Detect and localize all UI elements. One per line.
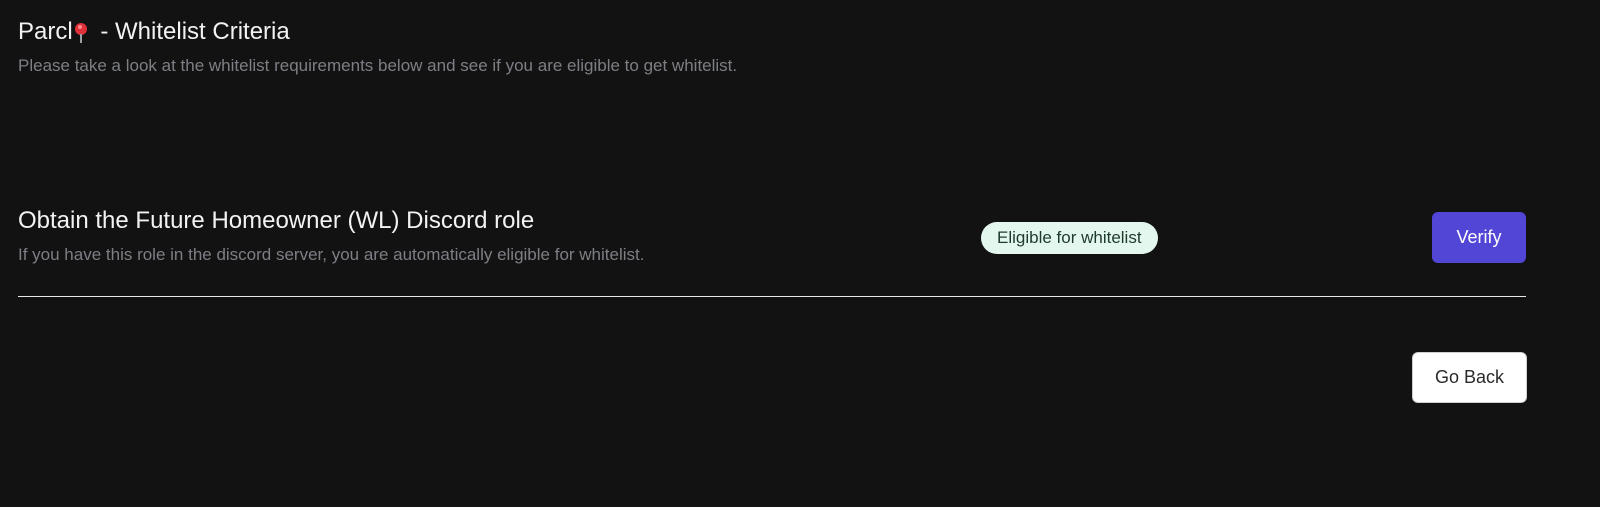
criteria-title: Obtain the Future Homeowner (WL) Discord… <box>18 207 535 234</box>
title-text: - Whitelist Criteria <box>93 18 290 45</box>
page-header: Parcl - Whitelist Criteria Please take a… <box>18 16 737 78</box>
pin-needle <box>79 34 82 43</box>
verify-button[interactable]: Verify <box>1432 212 1526 263</box>
page-subtitle: Please take a look at the whitelist requ… <box>18 56 738 75</box>
pin-shine <box>77 25 82 29</box>
page-title: Parcl - Whitelist Criteria <box>18 16 737 48</box>
criteria-row: Obtain the Future Homeowner (WL) Discord… <box>18 205 1526 275</box>
divider <box>18 296 1526 297</box>
round-pushpin-icon <box>74 20 88 44</box>
whitelist-criteria-page: Parcl - Whitelist Criteria Please take a… <box>0 0 1600 507</box>
go-back-button[interactable]: Go Back <box>1412 352 1527 403</box>
status-badge: Eligible for whitelist <box>981 222 1158 254</box>
criteria-description: If you have this role in the discord ser… <box>18 245 645 264</box>
title-project-name: Parcl <box>18 18 73 45</box>
